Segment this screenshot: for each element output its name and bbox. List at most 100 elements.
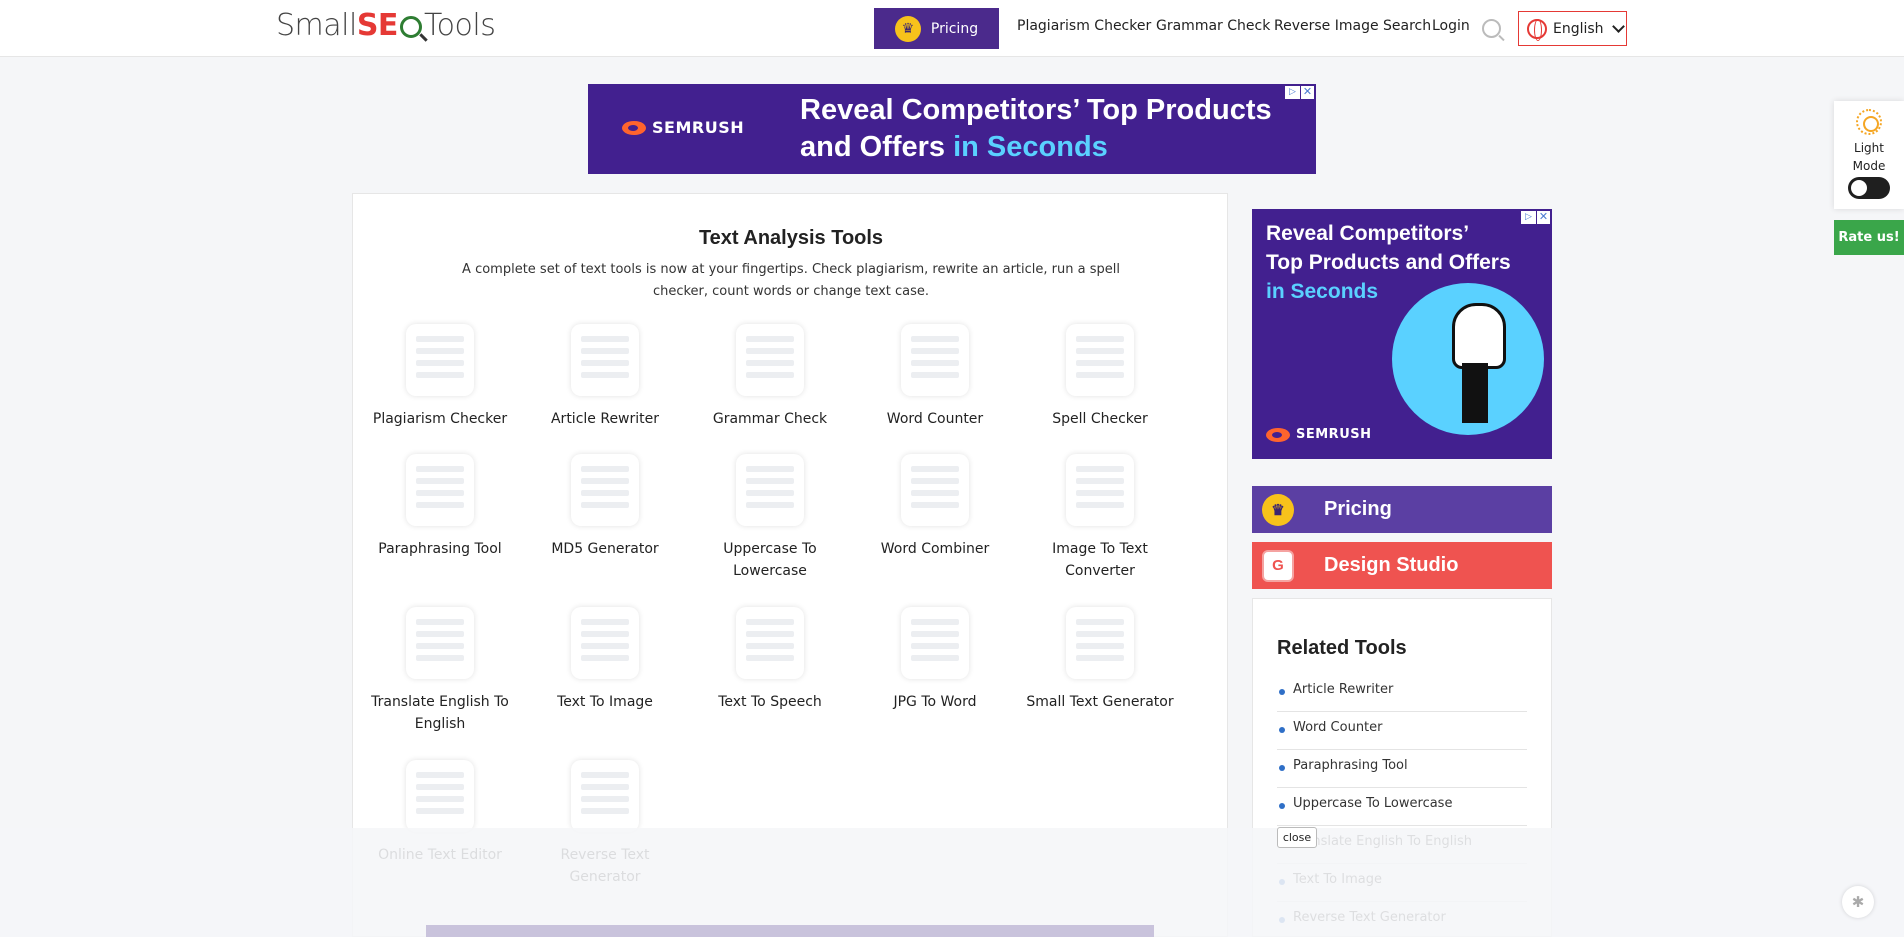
nav-login[interactable]: Login: [1432, 18, 1470, 34]
sun-icon: [1856, 109, 1882, 135]
tool-card[interactable]: Word Counter: [853, 324, 1017, 430]
ad-choices-icon[interactable]: ▷: [1285, 86, 1300, 99]
tool-card[interactable]: Spell Checker: [1018, 324, 1182, 430]
page-title: Text Analysis Tools: [698, 227, 884, 249]
bottom-ad-banner[interactable]: [426, 925, 1154, 937]
light-mode-label-line1: Light: [1854, 141, 1884, 155]
tool-card[interactable]: Translate English To English: [358, 607, 522, 735]
semrush-flame-icon: [622, 120, 646, 135]
ad-close-icon[interactable]: ✕: [1537, 211, 1550, 224]
bottom-overlay: [0, 828, 1904, 937]
semrush-brand-text: SEMRUSH: [652, 118, 745, 137]
semrush-logo: SEMRUSH: [622, 118, 744, 137]
search-icon[interactable]: [1482, 19, 1501, 38]
ad-choices-icon[interactable]: ▷: [1521, 211, 1536, 224]
site-header: SmallSE Tools ♛ Pricing Plagiarism Checke…: [0, 0, 1904, 57]
side-ad-line2: Top Products and Offers: [1266, 251, 1511, 274]
design-studio-icon: G: [1262, 549, 1294, 582]
tool-label: JPG To Word: [893, 694, 977, 710]
tool-card[interactable]: Text To Speech: [688, 607, 852, 713]
tool-card[interactable]: Text To Image: [523, 607, 687, 713]
logo-text-small: Small: [276, 8, 357, 43]
document-icon: [406, 324, 474, 396]
language-selector[interactable]: English: [1518, 11, 1627, 46]
tool-card[interactable]: JPG To Word: [853, 607, 1017, 713]
language-label: English: [1553, 20, 1604, 37]
document-icon: [406, 760, 474, 832]
document-icon: [901, 607, 969, 679]
ad-close-icon[interactable]: ✕: [1301, 86, 1314, 99]
document-icon: [736, 607, 804, 679]
sidebar-pricing-label: Pricing: [1324, 498, 1392, 520]
logo-text-tools: Tools: [423, 8, 496, 43]
tool-label: Small Text Generator: [1026, 694, 1174, 710]
nav-plagiarism-checker[interactable]: Plagiarism Checker: [1017, 18, 1151, 34]
related-tool-item[interactable]: Word Counter: [1277, 712, 1527, 750]
related-tool-item[interactable]: Paraphrasing Tool: [1277, 750, 1527, 788]
site-logo[interactable]: SmallSE Tools: [276, 8, 496, 43]
ad-headline: Reveal Competitors’ Top Products and Off…: [800, 92, 1272, 166]
ad-headline-highlight: in Seconds: [953, 131, 1108, 163]
tool-card[interactable]: Grammar Check: [688, 324, 852, 430]
related-tool-item[interactable]: Article Rewriter: [1277, 674, 1527, 712]
semrush-flame-icon: [1266, 427, 1290, 442]
tool-card[interactable]: Word Combiner: [853, 454, 1017, 560]
tool-card[interactable]: Plagiarism Checker: [358, 324, 522, 430]
nav-pricing-button[interactable]: ♛ Pricing: [874, 8, 999, 49]
document-icon: [1066, 454, 1134, 526]
related-tool-item[interactable]: Uppercase To Lowercase: [1277, 788, 1527, 826]
sidebar-design-studio-button[interactable]: G Design Studio: [1252, 542, 1552, 589]
tool-label: Text To Image: [557, 694, 653, 710]
crown-icon: ♛: [894, 15, 921, 42]
related-tools-title: Related Tools: [1277, 637, 1407, 659]
nav-reverse-image-search[interactable]: Reverse Image Search: [1274, 18, 1431, 34]
tool-card[interactable]: Article Rewriter: [523, 324, 687, 430]
nav-grammar-check[interactable]: Grammar Check: [1156, 18, 1270, 34]
tool-label: Text To Speech: [718, 694, 822, 710]
magnifier-icon: [399, 16, 422, 38]
tool-label: Plagiarism Checker: [372, 411, 508, 427]
side-semrush-brand-text: SEMRUSH: [1296, 427, 1372, 442]
rate-us-button[interactable]: Rate us!: [1834, 220, 1904, 255]
crown-icon: ♛: [1262, 493, 1294, 526]
tool-card[interactable]: Small Text Generator: [1018, 607, 1182, 713]
side-ad-banner[interactable]: Reveal Competitors’ Top Products and Off…: [1252, 209, 1552, 459]
globe-icon: [1527, 18, 1547, 41]
tool-label: Uppercase To Lowercase: [723, 541, 817, 579]
logo-text-se: SE: [356, 8, 399, 43]
document-icon: [406, 607, 474, 679]
document-icon: [571, 607, 639, 679]
sidebar-pricing-button[interactable]: ♛ Pricing: [1252, 486, 1552, 533]
tool-card[interactable]: Image To Text Converter: [1018, 454, 1182, 582]
light-mode-label: Light Mode: [1834, 139, 1904, 175]
tool-label: Spell Checker: [1052, 411, 1148, 427]
tool-card[interactable]: Uppercase To Lowercase: [688, 454, 852, 582]
tool-label: Article Rewriter: [550, 411, 660, 427]
side-semrush-logo: SEMRUSH: [1266, 427, 1372, 442]
tool-label: Word Combiner: [880, 541, 990, 557]
page-description: A complete set of text tools is now at y…: [462, 262, 1120, 299]
document-icon: [736, 454, 804, 526]
tool-label: Paraphrasing Tool: [378, 541, 502, 557]
tool-card[interactable]: Paraphrasing Tool: [358, 454, 522, 560]
ad-headline-line2: and Offers in Seconds: [800, 129, 1272, 166]
nav-pricing-label: Pricing: [930, 20, 979, 37]
document-icon: [406, 454, 474, 526]
scientist-illustration: [1392, 283, 1544, 435]
ad-headline-text: and Offers: [800, 131, 946, 163]
overlay-close-button[interactable]: close: [1277, 827, 1317, 848]
chevron-down-icon: [1611, 19, 1625, 33]
ad-headline-line1: Reveal Competitors’ Top Products: [800, 94, 1272, 126]
text-analysis-card: Text Analysis Tools A complete set of te…: [352, 193, 1228, 937]
bug-report-icon[interactable]: ✱: [1842, 886, 1874, 918]
top-ad-banner[interactable]: SEMRUSH Reveal Competitors’ Top Products…: [588, 84, 1316, 174]
tool-label: Image To Text Converter: [1052, 541, 1148, 579]
document-icon: [1066, 607, 1134, 679]
document-icon: [571, 760, 639, 832]
light-mode-toggle[interactable]: [1848, 177, 1890, 199]
tool-card[interactable]: MD5 Generator: [523, 454, 687, 560]
document-icon: [571, 324, 639, 396]
document-icon: [736, 324, 804, 396]
document-icon: [571, 454, 639, 526]
tool-label: Word Counter: [886, 411, 984, 427]
